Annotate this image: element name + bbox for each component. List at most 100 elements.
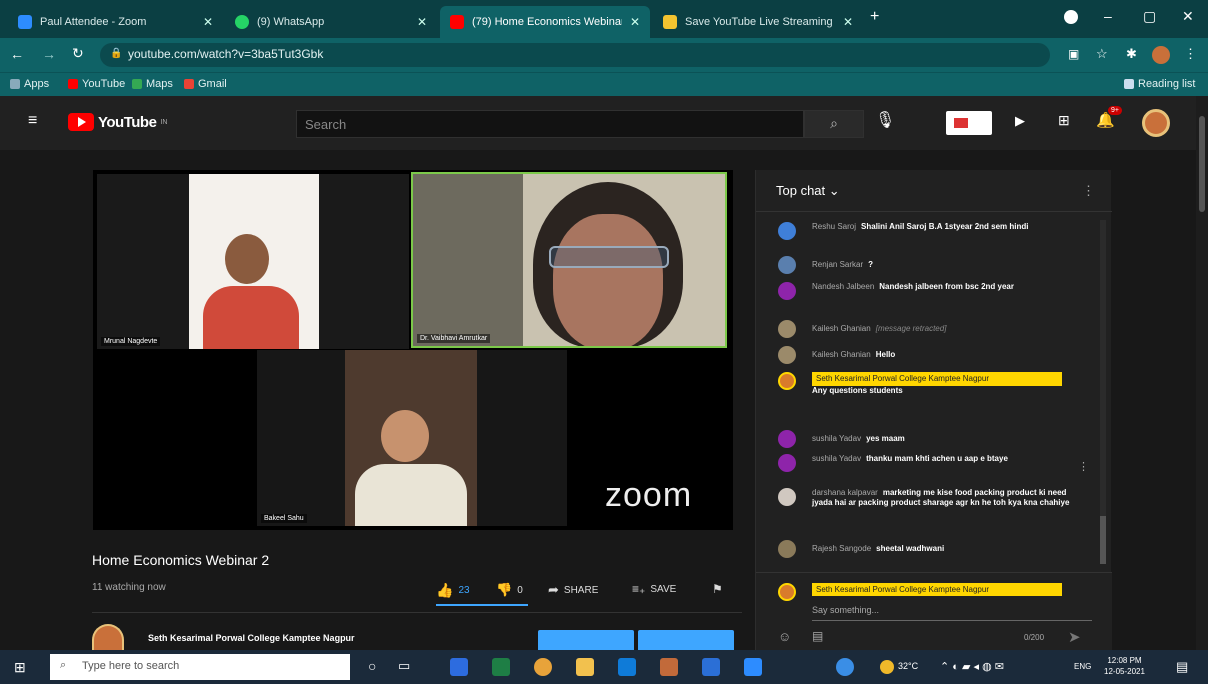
- taskbar-search-input[interactable]: ⌕ Type here to search: [50, 654, 350, 680]
- chat-mode-selector[interactable]: Top chat: [776, 183, 825, 198]
- account-avatar[interactable]: [1152, 46, 1170, 64]
- zoom-icon: [18, 15, 32, 29]
- chat-scrollbar-thumb[interactable]: [1100, 516, 1106, 564]
- forward-icon[interactable]: →: [42, 46, 56, 62]
- bookmark-label: Maps: [146, 78, 173, 90]
- edge-icon[interactable]: [618, 658, 636, 676]
- minimize-icon[interactable]: –: [1104, 8, 1112, 24]
- tab-zoom[interactable]: Paul Attendee - Zoom ✕: [8, 6, 223, 38]
- tab-search-icon[interactable]: ▣: [1068, 47, 1079, 61]
- extension-badge[interactable]: [946, 111, 992, 135]
- tab-youtube[interactable]: (79) Home Economics Webinar 2 ✕: [440, 6, 650, 38]
- message-author[interactable]: Kailesh Ghanian: [812, 350, 871, 359]
- task-view-icon[interactable]: ▭: [398, 658, 410, 674]
- window-close-icon[interactable]: ✕: [1182, 8, 1194, 25]
- dislike-button[interactable]: 👎 0: [496, 582, 523, 598]
- bookmark-label: Gmail: [198, 78, 227, 90]
- search-input[interactable]: Search: [296, 110, 804, 138]
- close-icon[interactable]: ✕: [203, 15, 213, 29]
- like-button[interactable]: 👍 23: [436, 582, 470, 599]
- user-avatar[interactable]: [1142, 109, 1170, 137]
- message-text: thanku mam khti achen u aap e btaye: [866, 454, 1008, 463]
- page-scrollbar-thumb[interactable]: [1199, 116, 1205, 212]
- chat-message: darshana kalpavar marketing me kise food …: [778, 488, 1078, 508]
- message-author[interactable]: sushila Yadav: [812, 434, 861, 443]
- message-author-badge[interactable]: Seth Kesarimal Porwal College Kamptee Na…: [812, 372, 1062, 386]
- weather-icon[interactable]: [880, 660, 894, 674]
- message-author[interactable]: Nandesh Jalbeen: [812, 282, 874, 291]
- teams-icon[interactable]: [450, 658, 468, 676]
- bookmark-gmail[interactable]: Gmail: [184, 78, 227, 90]
- tab-save-youtube[interactable]: Save YouTube Live Streaming Ch ✕: [653, 6, 863, 38]
- extensions-icon[interactable]: ✱: [1126, 46, 1137, 62]
- chevron-down-icon[interactable]: ⌄: [829, 183, 840, 198]
- bookmark-apps[interactable]: Apps: [10, 78, 49, 90]
- close-icon[interactable]: ✕: [417, 15, 427, 29]
- channel-name[interactable]: Seth Kesarimal Porwal College Kamptee Na…: [148, 633, 355, 643]
- country-code: IN: [160, 118, 168, 126]
- bookmark-maps[interactable]: Maps: [132, 78, 173, 90]
- tab-title: Paul Attendee - Zoom: [40, 16, 147, 28]
- message-menu-icon[interactable]: ⋮: [1078, 460, 1089, 473]
- maximize-icon[interactable]: ▢: [1143, 8, 1156, 25]
- message-author[interactable]: Rajesh Sangode: [812, 544, 871, 553]
- search-icon: ⌕: [60, 659, 67, 671]
- emoji-icon[interactable]: ☺: [778, 629, 791, 644]
- chrome-icon[interactable]: [534, 658, 552, 676]
- reload-icon[interactable]: ↻: [72, 45, 84, 62]
- send-icon[interactable]: ➤: [1068, 628, 1081, 646]
- chat-message-input[interactable]: Say something...: [812, 605, 1092, 621]
- chat-menu-icon[interactable]: ⋮: [1082, 183, 1095, 199]
- subscribe-button[interactable]: [638, 630, 734, 652]
- share-button[interactable]: ➦ SHARE: [548, 582, 598, 598]
- search-button[interactable]: ⌕: [804, 110, 864, 138]
- message-author[interactable]: Reshu Saroj: [812, 222, 856, 231]
- bookmark-youtube[interactable]: YouTube: [68, 78, 125, 90]
- channel-avatar[interactable]: [92, 624, 124, 650]
- save-button[interactable]: ≡₊ SAVE: [632, 582, 676, 596]
- microphone-icon[interactable]: 🎙: [875, 110, 895, 130]
- file-explorer-icon[interactable]: [576, 658, 594, 676]
- star-icon[interactable]: ☆: [1096, 46, 1108, 62]
- close-icon[interactable]: ✕: [843, 15, 853, 29]
- new-tab-icon[interactable]: +: [870, 8, 879, 26]
- chat-scrollbar-track[interactable]: [1100, 220, 1106, 564]
- app-icon[interactable]: [492, 658, 510, 676]
- chat-message: Rajesh Sangode sheetal wadhwani: [778, 540, 1078, 558]
- like-ratio-bar: [436, 604, 528, 606]
- page-scrollbar[interactable]: [1196, 96, 1208, 650]
- message-author[interactable]: Kailesh Ghanian: [812, 324, 871, 333]
- hamburger-menu-icon[interactable]: ≡: [28, 112, 37, 130]
- cortana-icon[interactable]: ○: [368, 658, 376, 674]
- tab-whatsapp[interactable]: (9) WhatsApp ✕: [225, 6, 437, 38]
- language-indicator[interactable]: ENG: [1074, 662, 1091, 671]
- apps-grid-icon[interactable]: ⊞: [1058, 112, 1070, 129]
- zoom-icon[interactable]: [744, 658, 762, 676]
- message-author[interactable]: sushila Yadav: [812, 454, 861, 463]
- flag-icon[interactable]: ⚑: [712, 582, 723, 596]
- temperature[interactable]: 32°C: [898, 661, 918, 671]
- bookmarks-bar: Apps YouTube Maps Gmail Reading list: [0, 72, 1208, 96]
- app-icon[interactable]: [702, 658, 720, 676]
- close-icon[interactable]: ✕: [630, 15, 640, 29]
- clock[interactable]: 12:08 PM 12-05-2021: [1104, 655, 1145, 677]
- message-author[interactable]: darshana kalpavar: [812, 488, 878, 497]
- super-chat-icon[interactable]: ▤: [812, 629, 823, 643]
- reading-list[interactable]: Reading list: [1124, 78, 1195, 90]
- system-tray-icons[interactable]: ⌃ ◐ ▰ ◂ ◍ ✉: [940, 660, 1004, 673]
- app-icon[interactable]: [836, 658, 854, 676]
- chat-message: Reshu Saroj Shalini Anil Saroj B.A 1styea…: [778, 222, 1078, 240]
- profile-icon[interactable]: [1064, 10, 1078, 24]
- avatar: [778, 282, 796, 300]
- app-icon[interactable]: [660, 658, 678, 676]
- message-author[interactable]: Renjan Sarkar: [812, 260, 863, 269]
- menu-icon[interactable]: ⋮: [1184, 46, 1197, 62]
- notification-center-icon[interactable]: ▤: [1176, 659, 1188, 675]
- windows-start-icon[interactable]: ⊞: [14, 659, 26, 676]
- join-button[interactable]: [538, 630, 634, 652]
- back-icon[interactable]: ←: [10, 46, 24, 62]
- create-video-icon[interactable]: ▶: [1015, 113, 1025, 129]
- youtube-logo[interactable]: YouTube IN: [68, 113, 167, 131]
- address-bar[interactable]: 🔒 youtube.com/watch?v=3ba5Tut3Gbk: [100, 43, 1050, 67]
- video-player[interactable]: Mrunal Nagdevte Dr. Vaibhavi Amrutkar Ba…: [93, 170, 733, 530]
